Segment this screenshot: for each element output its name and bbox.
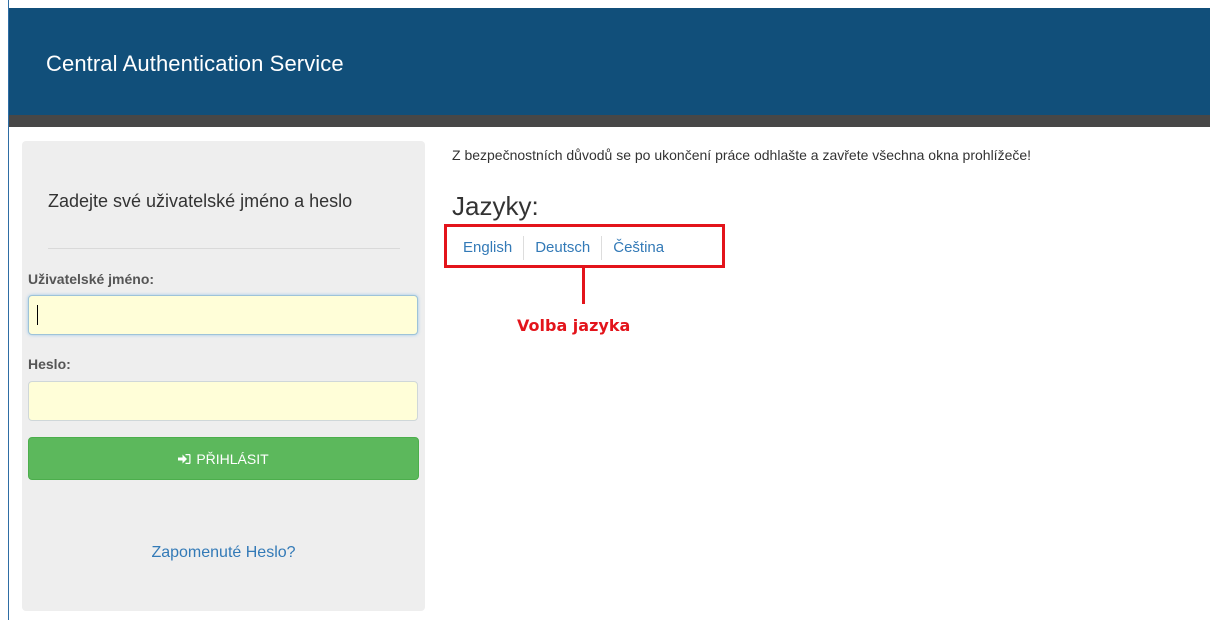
- username-label: Uživatelské jméno:: [28, 271, 155, 287]
- username-input[interactable]: [28, 295, 418, 335]
- login-heading: Zadejte své uživatelské jméno a heslo: [48, 191, 353, 211]
- annotation-label: Volba jazyka: [517, 316, 631, 335]
- language-link-cestina[interactable]: Čeština: [601, 236, 675, 260]
- password-label: Heslo:: [28, 356, 71, 372]
- forgot-password-link[interactable]: Zapomenuté Heslo?: [22, 544, 425, 562]
- login-button[interactable]: PŘIHLÁSIT: [28, 437, 419, 480]
- site-header: Central Authentication Service: [9, 8, 1210, 115]
- login-divider: [48, 248, 400, 249]
- site-title: Central Authentication Service: [46, 51, 344, 76]
- language-link-deutsch[interactable]: Deutsch: [523, 236, 601, 260]
- header-divider-bar: [9, 115, 1210, 127]
- languages-heading: Jazyky:: [452, 191, 539, 221]
- security-notice: Z bezpečnostních důvodů se po ukončení p…: [452, 147, 1032, 163]
- language-list: English Deutsch Čeština: [452, 236, 675, 260]
- login-panel: Zadejte své uživatelské jméno a heslo Už…: [22, 141, 425, 611]
- text-cursor: [37, 305, 38, 325]
- login-button-label: PŘIHLÁSIT: [196, 450, 269, 467]
- sign-in-icon: [178, 453, 191, 465]
- password-input[interactable]: [28, 381, 418, 421]
- language-link-english[interactable]: English: [452, 236, 523, 260]
- annotation-connector: [582, 268, 585, 304]
